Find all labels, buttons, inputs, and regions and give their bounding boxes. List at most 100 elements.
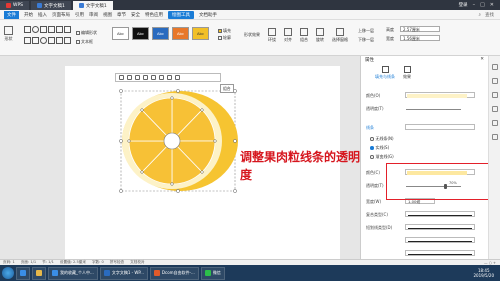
style-preset-4[interactable]: Abc: [172, 27, 189, 40]
ribbon: 形状 编辑形状 文本框 Abc Abc Abc Abc Abc 填充 轮廓 形状…: [0, 20, 500, 56]
taskbar-item-4[interactable]: 微信: [200, 266, 225, 280]
style-preset-1[interactable]: Abc: [112, 27, 129, 40]
rotate-icon[interactable]: [135, 75, 140, 80]
selection-pane-button[interactable]: 选择窗格: [332, 28, 348, 43]
group-icon: [300, 28, 308, 36]
line-section-header[interactable]: 线条: [366, 125, 374, 131]
width-label: 宽度: [386, 36, 394, 41]
search-label[interactable]: 查找: [485, 12, 494, 18]
tooltip: 组合: [220, 84, 234, 93]
width-field[interactable]: 1.56厘米: [400, 35, 440, 41]
properties-icon[interactable]: [491, 64, 498, 70]
menu-drawing-tools[interactable]: 绘图工具: [168, 10, 194, 19]
minimize-icon[interactable]: –: [473, 2, 476, 8]
menu-special-apps[interactable]: 特色应用: [145, 12, 163, 18]
browser-icon: [20, 270, 26, 276]
outline-icon[interactable]: [151, 75, 156, 80]
highlight-box: [386, 163, 489, 200]
backup-icon[interactable]: [491, 120, 498, 126]
taskbar-item-1[interactable]: 我的收藏_个人中...: [48, 266, 98, 280]
system-clock[interactable]: 18:45 2019/5/20: [473, 268, 500, 278]
lemon-slice-graphic[interactable]: [118, 88, 242, 194]
height-label: 高度: [386, 27, 394, 32]
shape-button[interactable]: 形状: [4, 26, 13, 42]
edit-shape-button[interactable]: 编辑形状: [76, 30, 97, 36]
wrap-icon[interactable]: [159, 75, 164, 80]
rotate-button[interactable]: 旋转: [316, 28, 324, 43]
group-button[interactable]: 组合: [300, 28, 308, 43]
fill-button[interactable]: 填充: [218, 28, 231, 34]
menu-references[interactable]: 引用: [75, 12, 84, 18]
tab-effects[interactable]: 效果: [403, 66, 411, 80]
compound-type-dropdown[interactable]: [405, 211, 475, 217]
dash-type-dropdown[interactable]: [405, 224, 475, 230]
tab-fill-line[interactable]: 填充与线条: [375, 66, 395, 80]
dash-type-label: 短划线类型(D): [366, 225, 393, 230]
taskbar: 我的收藏_个人中... 文字文稿1 - WP... Dcom自由软件-... 微…: [0, 265, 500, 281]
cap-type-dropdown[interactable]: [405, 237, 475, 243]
align-icon: [284, 28, 292, 36]
menu-page-layout[interactable]: 页面布局: [52, 12, 70, 18]
maximize-icon[interactable]: □: [480, 2, 485, 8]
wrap-button[interactable]: 环绕: [268, 28, 276, 43]
taskbar-item-3[interactable]: Dcom自由软件-...: [149, 266, 199, 280]
menu-chapter[interactable]: 章节: [117, 12, 126, 18]
menu-insert[interactable]: 插入: [38, 12, 47, 18]
login-link[interactable]: 登录: [459, 2, 468, 8]
taskbar-folder[interactable]: [32, 266, 46, 280]
properties-panel: 属性 ✕ 填充与线条 效果 颜色(O) 透明度(T) 线条 无线条(N) 实线(…: [360, 56, 488, 259]
style-preset-2[interactable]: Abc: [132, 27, 149, 40]
crop-icon[interactable]: [127, 75, 132, 80]
select-icon[interactable]: [491, 92, 498, 98]
outline-icon: [218, 36, 222, 40]
tab-document-1[interactable]: 文字文稿1: [31, 1, 71, 10]
style-preset-3[interactable]: Abc: [152, 27, 169, 40]
panel-close-icon[interactable]: ✕: [480, 57, 484, 63]
layout-icon[interactable]: [119, 75, 124, 80]
bring-forward-button[interactable]: 上移一层: [358, 28, 374, 34]
tab-wps[interactable]: WPS: [0, 1, 30, 10]
outline-button[interactable]: 轮廓: [218, 35, 231, 41]
more-icon[interactable]: [175, 75, 180, 80]
fill-color-picker[interactable]: [405, 92, 475, 98]
tab-document-active[interactable]: 文字文稿1: [72, 1, 113, 10]
style-preset-5[interactable]: Abc: [192, 27, 209, 40]
fill-line-icon: [381, 66, 389, 73]
menu-review[interactable]: 审阅: [89, 12, 98, 18]
line-color-label: 颜色(C): [366, 170, 380, 175]
fill-transparency-label: 透明度(T): [366, 106, 384, 111]
menu-doc-assistant[interactable]: 文档助手: [199, 12, 217, 18]
send-backward-button[interactable]: 下移一层: [358, 37, 374, 43]
search-icon[interactable]: ⌕: [478, 12, 481, 18]
align-button[interactable]: 对齐: [284, 28, 292, 43]
taskbar-ie[interactable]: [16, 266, 30, 280]
gradient-line-radio[interactable]: 渐变线(G): [370, 154, 394, 160]
wps-icon: [6, 3, 11, 8]
help-icon[interactable]: [491, 134, 498, 140]
height-field[interactable]: 2.57厘米: [400, 26, 440, 32]
start-button[interactable]: [2, 267, 14, 279]
menu-start[interactable]: 开始: [24, 12, 33, 18]
folder-icon: [36, 270, 42, 276]
shape-gallery[interactable]: [24, 26, 72, 46]
app-icon: [153, 270, 160, 276]
zoom-control[interactable]: — ○ +: [484, 261, 500, 265]
menu-security[interactable]: 安全: [131, 12, 140, 18]
fill-icon: [218, 29, 222, 33]
line-preset-dropdown[interactable]: [405, 124, 475, 130]
menu-view[interactable]: 视图: [103, 12, 112, 18]
textbox-icon: [76, 40, 80, 44]
textbox-button[interactable]: 文本框: [76, 39, 93, 45]
fill-transparency-slider[interactable]: [406, 109, 461, 110]
style-icon[interactable]: [491, 78, 498, 84]
taskbar-item-2[interactable]: 文字文稿1 - WP...: [99, 266, 148, 280]
solid-line-radio[interactable]: 实线(S): [370, 145, 389, 151]
close-icon[interactable]: ✕: [490, 2, 494, 8]
group-icon[interactable]: [167, 75, 172, 80]
share-icon[interactable]: [491, 106, 498, 112]
menu-file[interactable]: 文件: [4, 10, 19, 19]
no-line-radio[interactable]: 无线条(N): [370, 136, 394, 142]
fill-icon[interactable]: [143, 75, 148, 80]
join-type-dropdown[interactable]: [405, 250, 475, 256]
shape-effect-button[interactable]: 形状效果: [244, 32, 260, 38]
